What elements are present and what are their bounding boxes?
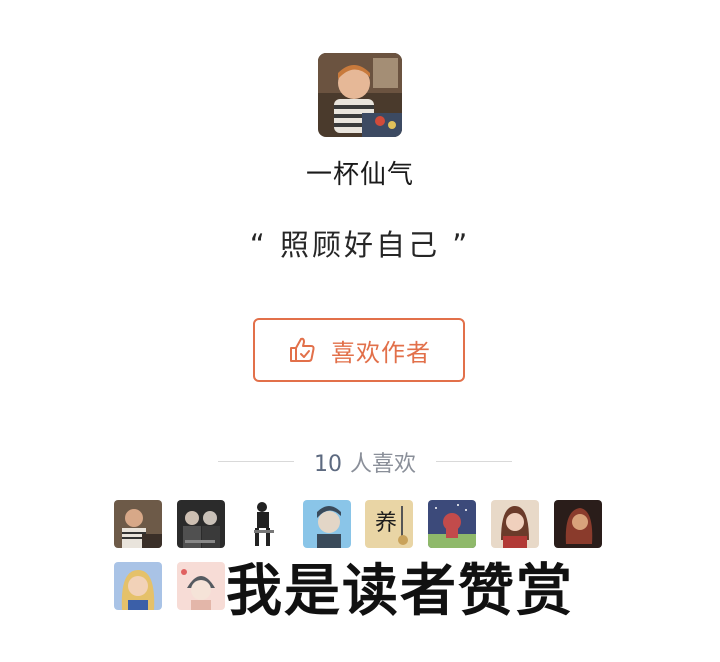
liker-avatar-10[interactable] [177, 562, 225, 610]
liker-avatar-3[interactable] [240, 500, 288, 548]
author-avatar[interactable] [318, 53, 402, 137]
thumbs-up-icon [290, 337, 315, 362]
liker-avatar-4[interactable] [303, 500, 351, 548]
divider-line-right [436, 461, 512, 462]
like-author-button[interactable]: 喜欢作者 [253, 318, 465, 382]
author-quote: “ 照顾好自己 ” [249, 228, 471, 262]
svg-text:养: 养 [375, 511, 397, 536]
liker-avatar-2[interactable] [177, 500, 225, 548]
likes-count-suffix: 人喜欢 [349, 452, 416, 477]
liker-avatar-7[interactable] [491, 500, 539, 548]
likes-count-number: 10 [313, 452, 342, 477]
liker-avatar-1[interactable] [114, 500, 162, 548]
author-name: 一杯仙气 [305, 160, 414, 190]
liker-avatar-8[interactable] [554, 500, 602, 548]
reader-reward-banner: 我是读者赞赏 [226, 559, 574, 624]
like-button-label: 喜欢作者 [331, 338, 431, 367]
liker-avatar-5[interactable]: 养 [365, 500, 413, 548]
liker-avatar-6[interactable] [428, 500, 476, 548]
likes-count: 10 人喜欢 [218, 446, 512, 478]
likes-divider: 10 人喜欢 [218, 446, 512, 478]
liker-avatar-9[interactable] [114, 562, 162, 610]
